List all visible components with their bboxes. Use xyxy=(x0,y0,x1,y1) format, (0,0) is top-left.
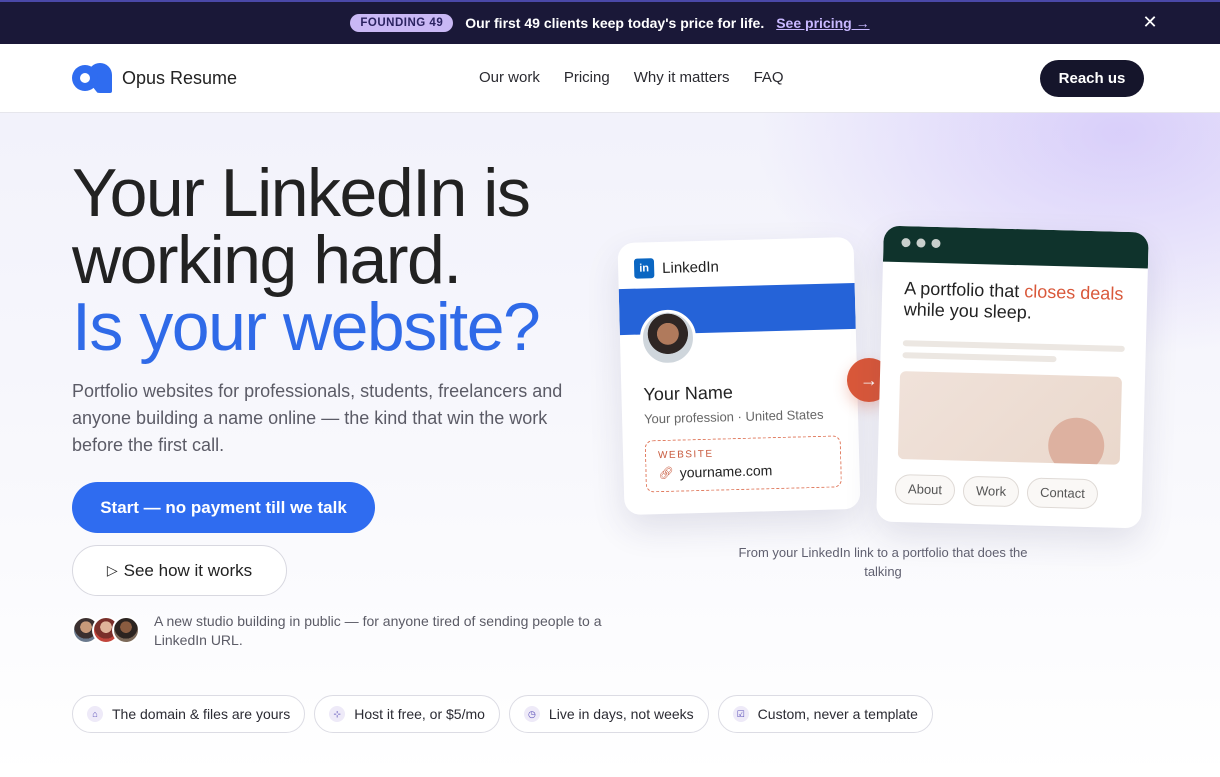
feature-chip: ⊹ Host it free, or $5/mo xyxy=(314,695,500,733)
hero-headline: Your LinkedIn is working hard. Is your w… xyxy=(72,155,541,365)
linkedin-card-title: LinkedIn xyxy=(661,257,720,277)
server-icon: ⊹ xyxy=(329,706,346,722)
close-icon[interactable]: ✕ xyxy=(1140,12,1160,32)
linkedin-icon: in xyxy=(633,258,655,279)
placeholder-line xyxy=(902,340,1125,352)
logo-mark-icon xyxy=(72,61,112,95)
nav-links: Our work Pricing Why it matters FAQ xyxy=(479,69,784,86)
see-how-it-works-button[interactable]: ▷ See how it works xyxy=(72,545,287,596)
announcement-bar: FOUNDING 49 Our first 49 clients keep to… xyxy=(0,0,1220,44)
see-how-it-works-label: See how it works xyxy=(123,560,253,580)
feature-label: Custom, never a template xyxy=(757,706,918,722)
check-square-icon: ☑ xyxy=(732,706,749,722)
window-dot-icon xyxy=(916,238,926,248)
announcement-message: Our first 49 clients keep today's price … xyxy=(465,15,765,31)
clock-icon: ◷ xyxy=(523,706,540,722)
start-button[interactable]: Start — no payment till we talk xyxy=(72,482,375,533)
pill-contact: Contact xyxy=(1026,477,1099,510)
placeholder-line xyxy=(902,352,1057,363)
sun-shape xyxy=(1047,416,1105,465)
feature-chip: ☑ Custom, never a template xyxy=(717,695,933,733)
window-dot-icon xyxy=(931,238,941,249)
top-navigation: Opus Resume Our work Pricing Why it matt… xyxy=(0,44,1220,113)
linkedin-card-header: in LinkedIn xyxy=(633,256,720,279)
brand-name: Opus Resume xyxy=(122,67,238,88)
website-url: yourname.com xyxy=(679,462,773,481)
founding-badge: FOUNDING 49 xyxy=(350,14,454,32)
hero-description: Portfolio websites for professionals, st… xyxy=(72,381,563,455)
portfolio-headline-part: while you sleep. xyxy=(903,299,1033,323)
window-dot-icon xyxy=(901,238,911,248)
headline-accent: Is your website? xyxy=(72,289,541,365)
nav-link-why-it-matters[interactable]: Why it matters xyxy=(634,69,730,86)
headline-line-1: Your LinkedIn is xyxy=(72,155,531,231)
headline-line-2: working hard. xyxy=(72,222,462,298)
pill-about: About xyxy=(894,473,956,506)
see-pricing-link[interactable]: See pricing → xyxy=(776,15,869,31)
website-label: WEBSITE xyxy=(657,448,714,462)
nav-link-faq[interactable]: FAQ xyxy=(754,69,784,86)
brand-logo[interactable]: Opus Resume xyxy=(72,61,237,95)
play-icon: ▷ xyxy=(106,562,118,578)
portfolio-preview-card: A portfolio that closes deals while you … xyxy=(876,225,1149,529)
nav-link-pricing[interactable]: Pricing xyxy=(564,69,610,86)
feature-chips: ⌂ The domain & files are yours ⊹ Host it… xyxy=(72,695,933,733)
browser-bar xyxy=(882,225,1149,269)
feature-label: The domain & files are yours xyxy=(112,706,291,722)
linkedin-profile-card: in LinkedIn Your Name Your profession · … xyxy=(617,236,861,516)
profile-name: Your Name xyxy=(643,382,734,405)
link-icon: 🔗︎ xyxy=(658,465,674,481)
avatar-group xyxy=(72,616,142,646)
profile-profession: Your profession · United States xyxy=(643,406,824,427)
pill-work: Work xyxy=(962,475,1020,508)
placeholder-image xyxy=(897,371,1123,465)
reach-us-button[interactable]: Reach us xyxy=(1040,60,1144,97)
illustration-caption: From your LinkedIn link to a portfolio t… xyxy=(738,545,1028,579)
website-field: WEBSITE 🔗︎ yourname.com xyxy=(644,435,842,493)
portfolio-headline-part: A portfolio that xyxy=(904,278,1025,302)
portfolio-headline-highlight: closes deals xyxy=(1024,281,1124,304)
feature-chip: ◷ Live in days, not weeks xyxy=(508,695,709,733)
nav-link-our-work[interactable]: Our work xyxy=(479,69,540,86)
feature-label: Live in days, not weeks xyxy=(548,706,694,722)
portfolio-headline: A portfolio that closes deals while you … xyxy=(903,278,1124,326)
portfolio-nav-pills: About Work Contact xyxy=(894,473,1099,510)
social-proof-text: A new studio building in public — for an… xyxy=(154,613,602,648)
feature-label: Host it free, or $5/mo xyxy=(354,706,485,722)
profile-avatar xyxy=(639,309,697,367)
feature-chip: ⌂ The domain & files are yours xyxy=(72,695,306,733)
avatar xyxy=(112,616,140,644)
home-icon: ⌂ xyxy=(87,706,103,722)
